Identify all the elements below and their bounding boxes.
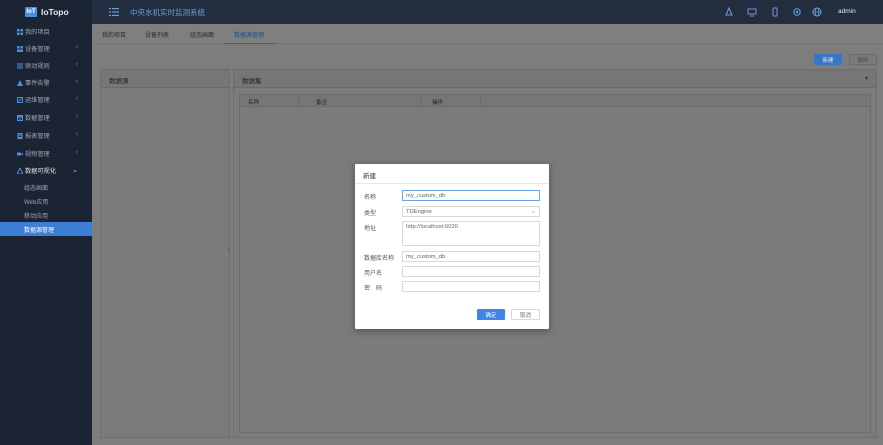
name-field[interactable]: my_custom_db	[402, 190, 540, 201]
sidebar-subitem-datasource[interactable]: 数据源管理	[0, 222, 92, 236]
dataset-panel-title: 数据集	[242, 78, 262, 85]
column-divider	[420, 95, 421, 107]
chevron-left-icon: ‹	[75, 44, 78, 51]
dialog-title: 新建	[363, 173, 376, 180]
sidebar-item-visualization[interactable]: 数据可视化 ⌄	[0, 162, 92, 179]
sidebar-item-devices[interactable]: 设备管理 ‹	[0, 40, 92, 57]
active-tab-indicator	[224, 43, 276, 44]
devices-icon	[17, 45, 23, 52]
tab-bar: 我的项目 设备列表 组态画面 数据源管理	[92, 24, 883, 44]
confirm-button[interactable]: 确定	[477, 309, 505, 320]
chevron-left-icon: ‹	[75, 149, 78, 156]
chevron-left-icon: ‹	[75, 113, 78, 120]
address-label: 地址	[364, 226, 377, 232]
sidebar-item-label: 报表管理	[25, 133, 50, 140]
chevron-left-icon: ‹	[75, 131, 78, 138]
tab-datasource[interactable]: 数据源管理	[234, 30, 264, 39]
sidebar-item-label: 数据管理	[25, 115, 50, 122]
sidebar-item-video[interactable]: 视频管理 ‹	[0, 145, 92, 162]
dataset-panel: 数据集 ▾ 名称 备注 操作	[233, 69, 877, 438]
datasource-panel-header: 数据源	[101, 70, 229, 88]
column-header-name: 名称	[248, 100, 260, 106]
column-divider	[480, 95, 481, 107]
logo: IoT IoTopo	[0, 0, 92, 24]
tab-my-projects[interactable]: 我的项目	[102, 30, 126, 39]
caret-down-icon[interactable]: ▾	[865, 75, 868, 82]
sidebar: IoT IoTopo 我的项目 设备管理 ‹ 联动规则 ‹ 事件告警 ‹ 运维管…	[0, 0, 92, 445]
sidebar-subitem-web-app[interactable]: Web应用	[0, 194, 92, 208]
new-datasource-dialog: 新建 名称 my_custom_db 类型 TDEngine ⌄ 地址 http…	[355, 164, 549, 329]
username-field[interactable]	[402, 266, 540, 277]
chevron-left-icon: ‹	[75, 61, 78, 68]
sidebar-item-label: 数据可视化	[25, 168, 56, 175]
mobile-icon[interactable]	[770, 7, 780, 17]
chevron-left-icon: ‹	[75, 78, 78, 85]
chart-icon	[17, 114, 23, 121]
alert-icon	[17, 79, 23, 86]
sidebar-item-maintenance[interactable]: 运维管理 ‹	[0, 91, 92, 108]
database-name-field[interactable]: my_custom_db	[402, 251, 540, 262]
sidebar-item-alarms[interactable]: 事件告警 ‹	[0, 74, 92, 91]
name-label: 名称	[364, 195, 377, 201]
chevron-down-icon: ⌄	[72, 167, 78, 174]
sidebar-item-data[interactable]: 数据管理 ‹	[0, 109, 92, 126]
gear-icon[interactable]	[792, 7, 802, 17]
sidebar-subitem-scada[interactable]: 组态画面	[0, 180, 92, 194]
column-divider	[298, 95, 299, 107]
app-name: IoTopo	[41, 7, 69, 17]
type-select[interactable]: TDEngine ⌄	[402, 206, 540, 217]
monitor-icon[interactable]	[747, 7, 757, 17]
report-icon	[17, 132, 23, 139]
grid-icon	[17, 28, 23, 35]
sidebar-item-my-projects[interactable]: 我的项目	[0, 23, 92, 40]
sidebar-item-label: 运维管理	[25, 97, 50, 104]
datasource-panel-title: 数据源	[109, 78, 129, 85]
tab-scada[interactable]: 组态画面	[190, 30, 214, 39]
tab-device-list[interactable]: 设备列表	[145, 30, 169, 39]
table-header: 名称 备注 操作	[240, 95, 870, 107]
username[interactable]: admin	[838, 8, 856, 15]
column-header-remark: 备注	[316, 100, 328, 106]
rules-icon	[17, 63, 23, 68]
wrench-icon	[17, 96, 23, 103]
chevron-down-icon: ⌄	[530, 209, 536, 215]
type-label: 类型	[364, 211, 377, 217]
address-textarea[interactable]: http://localhost:6020	[402, 221, 540, 246]
dialog-header: 新建	[355, 164, 549, 184]
sidebar-item-label: 视频管理	[25, 151, 50, 158]
cancel-button[interactable]: 取消	[511, 309, 540, 320]
chevron-left-icon: ‹	[75, 95, 78, 102]
top-header: 中央水机实时监测系统 admin	[92, 0, 883, 24]
bell-icon[interactable]	[724, 7, 734, 17]
column-header-actions: 操作	[432, 100, 444, 106]
logo-mark: IoT	[25, 7, 37, 17]
sidebar-subitem-mobile-app[interactable]: 移动应用	[0, 208, 92, 222]
delete-button[interactable]: 删除	[849, 54, 877, 65]
password-field[interactable]	[402, 281, 540, 292]
password-label: 密 码	[364, 286, 383, 292]
username-label: 用户名	[364, 271, 383, 277]
system-title: 中央水机实时监测系统	[130, 8, 205, 17]
sidebar-item-rules[interactable]: 联动规则 ‹	[0, 57, 92, 74]
visual-icon	[17, 167, 23, 174]
database-name-label: 数据库名称	[364, 256, 395, 262]
dataset-panel-header: 数据集 ▾	[234, 70, 876, 88]
datasource-panel: 数据源	[100, 69, 230, 438]
sidebar-item-label: 联动规则	[25, 63, 50, 70]
type-select-value: TDEngine	[406, 208, 432, 215]
sidebar-item-label: 事件告警	[25, 80, 50, 87]
sidebar-item-label: 我的项目	[25, 29, 50, 36]
sidebar-item-label: 设备管理	[25, 46, 50, 53]
video-icon	[17, 152, 23, 155]
menu-toggle-icon[interactable]	[109, 7, 119, 17]
sidebar-item-reports[interactable]: 报表管理 ‹	[0, 127, 92, 144]
globe-icon[interactable]	[812, 7, 822, 17]
new-button[interactable]: 新建	[814, 54, 842, 65]
dataset-table: 名称 备注 操作	[239, 94, 871, 433]
